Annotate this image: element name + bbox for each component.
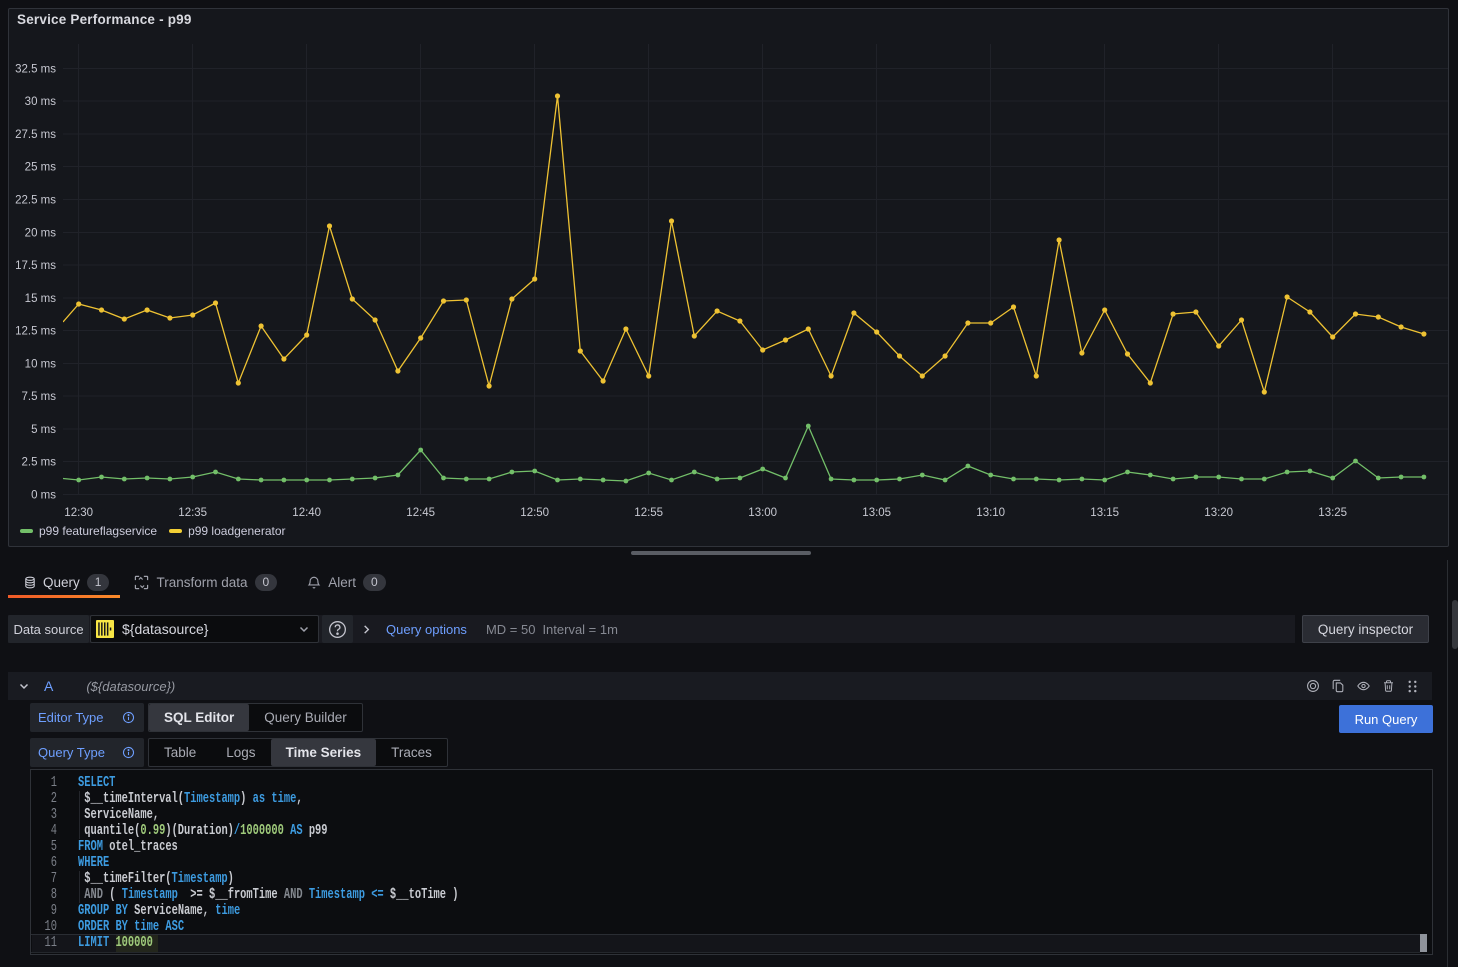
svg-text:27.5 ms: 27.5 ms <box>15 129 56 141</box>
svg-text:12.5 ms: 12.5 ms <box>15 326 56 338</box>
svg-text:12:35: 12:35 <box>178 507 207 519</box>
svg-text:17.5 ms: 17.5 ms <box>15 260 56 272</box>
svg-text:13:05: 13:05 <box>862 507 891 519</box>
svg-text:12:50: 12:50 <box>520 507 549 519</box>
svg-text:32.5 ms: 32.5 ms <box>15 63 56 75</box>
svg-text:20 ms: 20 ms <box>25 227 57 239</box>
svg-text:13:00: 13:00 <box>748 507 777 519</box>
svg-text:12:55: 12:55 <box>634 507 663 519</box>
svg-text:13:15: 13:15 <box>1090 507 1119 519</box>
svg-text:5 ms: 5 ms <box>31 424 56 436</box>
svg-text:13:20: 13:20 <box>1204 507 1233 519</box>
svg-text:15 ms: 15 ms <box>25 293 57 305</box>
svg-text:12:30: 12:30 <box>64 507 93 519</box>
svg-text:13:10: 13:10 <box>976 507 1005 519</box>
svg-text:12:45: 12:45 <box>406 507 435 519</box>
svg-text:0 ms: 0 ms <box>31 490 56 502</box>
svg-text:30 ms: 30 ms <box>25 96 57 108</box>
svg-text:13:25: 13:25 <box>1318 507 1347 519</box>
svg-text:2.5 ms: 2.5 ms <box>21 457 56 469</box>
svg-text:12:40: 12:40 <box>292 507 321 519</box>
svg-text:10 ms: 10 ms <box>25 358 57 370</box>
svg-text:7.5 ms: 7.5 ms <box>21 391 56 403</box>
svg-text:25 ms: 25 ms <box>25 162 57 174</box>
svg-text:22.5 ms: 22.5 ms <box>15 195 56 207</box>
